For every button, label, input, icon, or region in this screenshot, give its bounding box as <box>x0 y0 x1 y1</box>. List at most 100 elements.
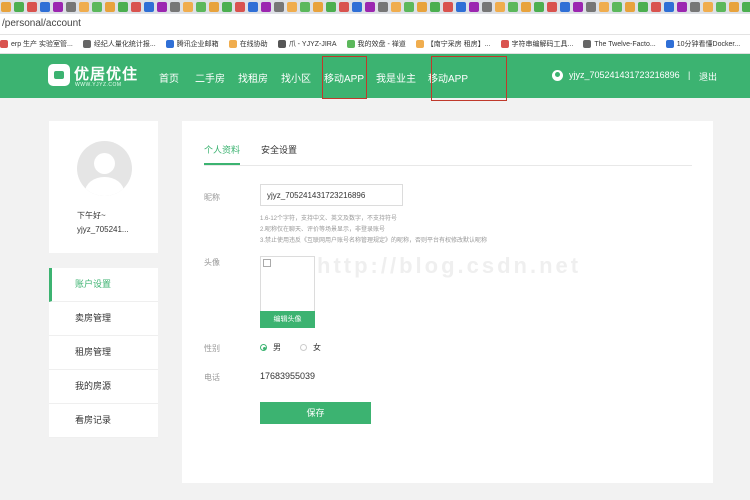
browser-tab-icon[interactable] <box>105 2 115 12</box>
browser-tab-icon[interactable] <box>287 2 297 12</box>
address-bar[interactable]: /personal/account <box>0 14 750 35</box>
browser-tab-icon[interactable] <box>625 2 635 12</box>
browser-tab-icon[interactable] <box>40 2 50 12</box>
browser-tab-icon[interactable] <box>53 2 63 12</box>
nickname-hint-2: 2.昵称仅在聊天、评价等场景显示，非登录账号 <box>260 227 386 233</box>
browser-tab-icon[interactable] <box>79 2 89 12</box>
bookmark-label: 在线协助 <box>239 41 268 48</box>
bookmark-item[interactable]: 爪 - YJYZ-JIRA <box>277 39 337 49</box>
browser-tab-icon[interactable] <box>599 2 609 12</box>
bookmark-icon <box>415 40 424 48</box>
browser-tab-icon[interactable] <box>443 2 453 12</box>
browser-tab-icon[interactable] <box>339 2 349 12</box>
bookmark-item[interactable]: 腾讯企业邮箱 <box>165 39 219 49</box>
menu-item-my-listings[interactable]: 我的房源 <box>49 370 158 404</box>
nav-home[interactable]: 首页 <box>159 70 179 85</box>
nav-rent[interactable]: 找租房 <box>238 70 268 85</box>
browser-tab-icon[interactable] <box>274 2 284 12</box>
username[interactable]: yjyz_705241431723216896 <box>569 70 680 80</box>
browser-tab-icon[interactable] <box>690 2 700 12</box>
browser-tab-icon[interactable] <box>404 2 414 12</box>
logout-link[interactable]: 退出 <box>699 70 717 83</box>
browser-tab-icon[interactable] <box>521 2 531 12</box>
nav-owner[interactable]: 我是业主 <box>376 70 416 85</box>
browser-tab-icon[interactable] <box>183 2 193 12</box>
browser-tab-icon[interactable] <box>222 2 232 12</box>
browser-tab-icon[interactable] <box>508 2 518 12</box>
browser-tab-icon[interactable] <box>326 2 336 12</box>
browser-tab-icon[interactable] <box>235 2 245 12</box>
browser-tab-icon[interactable] <box>391 2 401 12</box>
browser-tab-icon[interactable] <box>352 2 362 12</box>
menu-item-viewing-records[interactable]: 看房记录 <box>49 404 158 438</box>
browser-tab-icon[interactable] <box>417 2 427 12</box>
browser-tab-icon[interactable] <box>430 2 440 12</box>
browser-tab-icon[interactable] <box>27 2 37 12</box>
bookmark-item[interactable]: 经纪人量化统计报... <box>82 39 156 49</box>
browser-tab-icon[interactable] <box>482 2 492 12</box>
browser-tab-icon[interactable] <box>66 2 76 12</box>
nickname-input[interactable]: yjyz_705241431723216896 <box>260 184 403 206</box>
browser-tab-icon[interactable] <box>170 2 180 12</box>
browser-tab-icon[interactable] <box>157 2 167 12</box>
browser-tab-icon[interactable] <box>118 2 128 12</box>
browser-tab-icon[interactable] <box>638 2 648 12</box>
browser-tab-icon[interactable] <box>14 2 24 12</box>
tab-profile[interactable]: 个人资料 <box>204 143 241 165</box>
menu-item-sell-management[interactable]: 卖房管理 <box>49 302 158 336</box>
browser-tab-icon[interactable] <box>664 2 674 12</box>
browser-tab-icon[interactable] <box>209 2 219 12</box>
browser-tab-icon[interactable] <box>365 2 375 12</box>
browser-tab-icon[interactable] <box>495 2 505 12</box>
browser-tab-icon[interactable] <box>729 2 739 12</box>
browser-tab-icon[interactable] <box>703 2 713 12</box>
browser-tab-icon[interactable] <box>313 2 323 12</box>
browser-tab-icon[interactable] <box>716 2 726 12</box>
browser-tab-icon[interactable] <box>261 2 271 12</box>
bookmark-item[interactable]: 【南宁采房 租房】... <box>415 39 491 49</box>
save-button[interactable]: 保存 <box>260 402 371 424</box>
browser-tab-icon[interactable] <box>144 2 154 12</box>
browser-tab-icon[interactable] <box>742 2 750 12</box>
browser-tab-icon[interactable] <box>131 2 141 12</box>
browser-tab-strip[interactable] <box>0 0 750 14</box>
browser-tab-icon[interactable] <box>92 2 102 12</box>
browser-tab-icon[interactable] <box>456 2 466 12</box>
browser-tab-icon[interactable] <box>534 2 544 12</box>
house-logo-icon[interactable] <box>48 64 70 86</box>
annotation-box-2 <box>431 56 507 101</box>
gender-female-radio[interactable] <box>300 344 307 351</box>
bookmark-label: 我的效盘 - 禅道 <box>357 41 406 48</box>
browser-tab-icon[interactable] <box>586 2 596 12</box>
browser-tab-icon[interactable] <box>248 2 258 12</box>
user-icon <box>552 70 563 81</box>
bookmark-icon <box>500 40 509 48</box>
tab-security[interactable]: 安全设置 <box>261 143 297 156</box>
nav-community[interactable]: 找小区 <box>281 70 311 85</box>
menu-item-account-settings[interactable]: 账户设置 <box>49 268 158 302</box>
browser-tab-icon[interactable] <box>612 2 622 12</box>
browser-tab-icon[interactable] <box>196 2 206 12</box>
bookmark-item[interactable]: 10分钟看懂Docker... <box>665 39 740 49</box>
browser-tab-icon[interactable] <box>300 2 310 12</box>
bookmark-item[interactable]: 字符串编解码工具... <box>500 39 573 49</box>
nav-second-hand[interactable]: 二手房 <box>195 70 225 85</box>
bookmark-item[interactable]: 在线协助 <box>228 39 268 49</box>
gender-male-radio[interactable] <box>260 344 267 351</box>
bookmark-label: 爪 - YJYZ-JIRA <box>288 41 337 48</box>
bookmark-item[interactable]: 我的效盘 - 禅道 <box>346 39 406 49</box>
bookmark-item[interactable]: erp 生产 实验室管... <box>0 39 73 49</box>
browser-tab-icon[interactable] <box>378 2 388 12</box>
bookmark-item[interactable]: The Twelve-Facto... <box>583 40 656 48</box>
browser-tab-icon[interactable] <box>560 2 570 12</box>
browser-tab-icon[interactable] <box>677 2 687 12</box>
browser-tab-icon[interactable] <box>547 2 557 12</box>
browser-tab-icon[interactable] <box>573 2 583 12</box>
edit-avatar-button[interactable]: 编辑头像 <box>260 311 315 328</box>
menu-item-rent-management[interactable]: 租房管理 <box>49 336 158 370</box>
browser-tab-icon[interactable] <box>469 2 479 12</box>
browser-tab-icon[interactable] <box>651 2 661 12</box>
browser-tab-icon[interactable] <box>1 2 11 12</box>
avatar-label: 头像 <box>204 258 220 267</box>
logo-text[interactable]: 优居优住 <box>74 63 138 84</box>
